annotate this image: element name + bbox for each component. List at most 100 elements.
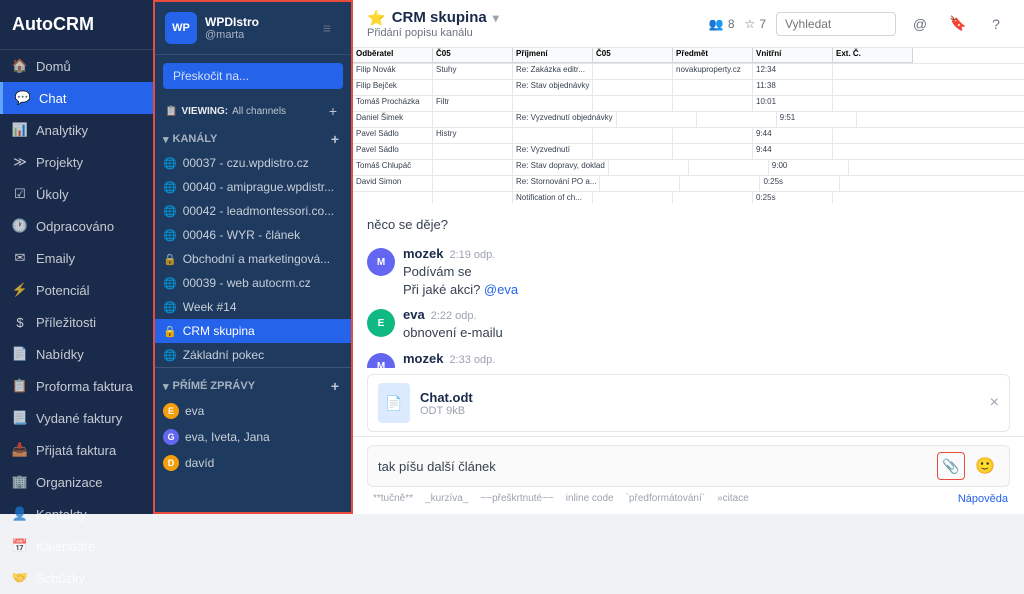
channel-label: 00046 - WYR - článek	[183, 228, 300, 242]
bookmark-icon[interactable]: 🔖	[944, 10, 972, 38]
help-icon[interactable]: ?	[982, 10, 1010, 38]
channel-icon: 🌐	[163, 205, 177, 218]
messages-area: něco se děje? Mmozek2:19 odp.Podívám sePř…	[353, 203, 1024, 368]
attachment-close-button[interactable]: ×	[990, 394, 999, 412]
section-header-1: ▾PŘÍMÉ ZPRÁVY+	[155, 372, 351, 398]
at-icon[interactable]: @	[906, 10, 934, 38]
channel-icon: 🔒	[163, 253, 177, 266]
channel-label: Obchodní a marketingová...	[183, 252, 330, 266]
nav-item-přijatá-faktura[interactable]: 📥 Přijatá faktura	[0, 434, 153, 466]
spreadsheet-row: Pavel SádloRe: Vyzvednutí9:44	[353, 144, 1024, 160]
nav-item-nabídky[interactable]: 📄 Nabídky	[0, 338, 153, 370]
add-channel-button[interactable]: +	[325, 103, 341, 119]
add-channel-plus[interactable]: +	[327, 131, 343, 147]
app-logo: AutoCRM	[0, 0, 153, 50]
spreadsheet-row: Tomáš ChlupáčRe: Stav dopravy, doklad9:0…	[353, 160, 1024, 176]
nav-item-odpracováno[interactable]: 🕐 Odpracováno	[0, 210, 153, 242]
nav-item-projekty[interactable]: ≫Projekty	[0, 146, 153, 178]
dm-item-1[interactable]: Geva, Iveta, Jana	[155, 424, 351, 450]
nav-icon: 📥	[12, 442, 28, 458]
workspace-user: @marta	[205, 29, 305, 41]
channel-icon: 🌐	[163, 277, 177, 290]
nav-icon: ☑	[12, 186, 28, 202]
nav-item-proforma-faktura[interactable]: 📋 Proforma faktura	[0, 370, 153, 402]
channel-description[interactable]: Přidání popisu kanálu	[367, 27, 499, 39]
nav-label: Odpracováno	[36, 219, 114, 234]
channel-item-1[interactable]: 🌐00040 - amiprague.wpdistr...	[155, 175, 351, 199]
format-button-1[interactable]: _kurzíva_	[421, 491, 472, 506]
channel-item-2[interactable]: 🌐00042 - leadmontessori.co...	[155, 199, 351, 223]
attachment-preview: 📄 Chat.odt ODT 9kB ×	[367, 374, 1010, 432]
channel-item-6[interactable]: 🌐Week #14	[155, 295, 351, 319]
channel-item-3[interactable]: 🌐00046 - WYR - článek	[155, 223, 351, 247]
channel-label: Základní pokec	[183, 348, 264, 362]
dm-avatar: G	[163, 429, 179, 445]
formatting-bar: **tučně** _kurzíva_ ~~přeškrtnuté~~ inline …	[367, 487, 1010, 510]
nav-item-analytiky[interactable]: 📊Analytiky	[0, 114, 153, 146]
format-help-link[interactable]: Nápověda	[958, 493, 1008, 505]
nav-label: Analytiky	[36, 123, 88, 138]
workspace-header: WP WPDIstro @marta ≡	[155, 2, 351, 55]
workspace-menu-button[interactable]: ≡	[313, 14, 341, 42]
nav-label: Přijatá faktura	[36, 443, 116, 458]
nav-item-schůzky[interactable]: 🤝Schůzky	[0, 562, 153, 594]
nav-icon: ≫	[12, 154, 28, 170]
dm-item-2[interactable]: Ddavíd	[155, 450, 351, 476]
spreadsheet-row: Filip BejčekRe: Stav objednávky11:38	[353, 80, 1024, 96]
nav-item-organizace[interactable]: 🏢Organizace	[0, 466, 153, 498]
message-input[interactable]	[378, 459, 931, 474]
nav-icon: 📋	[12, 378, 28, 394]
nav-item-emaily[interactable]: ✉Emaily	[0, 242, 153, 274]
nav-item-kontakty[interactable]: 👤Kontakty	[0, 498, 153, 530]
channel-item-4[interactable]: 🔒 Obchodní a marketingová...	[155, 247, 351, 271]
msg-sender: mozek	[403, 351, 443, 366]
format-button-5[interactable]: »citace	[713, 491, 753, 506]
nav-label: Chat	[39, 91, 66, 106]
nav-item-vydané-faktury[interactable]: 📃Vydané faktury	[0, 402, 153, 434]
message-group-0: Mmozek2:19 odp.Podívám sePři jaké akci? …	[367, 246, 1010, 299]
attachment-name: Chat.odt	[420, 390, 980, 405]
format-button-3[interactable]: inline code	[562, 491, 618, 506]
message-avatar: E	[367, 309, 395, 337]
nav-item-úkoly[interactable]: ☑Úkoly	[0, 178, 153, 210]
message-avatar: M	[367, 248, 395, 276]
nav-icon: ✉	[12, 250, 28, 266]
format-button-0[interactable]: **tučně**	[369, 491, 417, 506]
add-dm-plus[interactable]: +	[327, 378, 343, 394]
message-input-row: 📎 🙂	[367, 445, 1010, 487]
spreadsheet-preview: OdběratelČ05PříjmeníČ05PředmětVnitřníExt…	[353, 48, 1024, 203]
nav-item-kalendáře[interactable]: 📅Kalendáře	[0, 530, 153, 562]
nav-icon: 📄	[12, 346, 28, 362]
channel-icon: 🌐	[163, 301, 177, 314]
nav-label: Proforma faktura	[36, 379, 133, 394]
msg-time: 2:33 odp.	[449, 354, 495, 366]
standalone-question: něco se děje?	[367, 213, 1010, 236]
channel-item-0[interactable]: 🌐00037 - czu.wpdistro.cz	[155, 151, 351, 175]
nav-item-příležitosti[interactable]: $Příležitosti	[0, 306, 153, 338]
jump-to-search[interactable]: Přeskočit na...	[163, 63, 343, 89]
format-button-2[interactable]: ~~přeškrtnuté~~	[476, 491, 557, 506]
nav-item-chat[interactable]: 💬Chat	[0, 82, 153, 114]
spreadsheet-row: Filip NovákStuhyRe: Zakázka editr...nova…	[353, 64, 1024, 80]
viewing-bar: 📋 VIEWING: All channels +	[155, 97, 351, 125]
nav-icon: 🤝	[12, 570, 28, 586]
msg-sender: mozek	[403, 246, 443, 261]
nav-item-potenciál[interactable]: ⚡Potenciál	[0, 274, 153, 306]
channel-icon: 🌐	[163, 181, 177, 194]
attach-button[interactable]: 📎	[937, 452, 965, 480]
channel-item-8[interactable]: 🌐 Základní pokec	[155, 343, 351, 367]
nav-label: Vydané faktury	[36, 411, 122, 426]
nav-item-domů[interactable]: 🏠Domů	[0, 50, 153, 82]
format-button-4[interactable]: `předformátování`	[622, 491, 709, 506]
channel-item-5[interactable]: 🌐00039 - web autocrm.cz	[155, 271, 351, 295]
spreadsheet-row: Daniel ŠimekRe: Vyzvednutí objednávky9:5…	[353, 112, 1024, 128]
nav-icon: 🕐	[12, 218, 28, 234]
channel-icon: 🌐	[163, 349, 177, 362]
emoji-button[interactable]: 🙂	[971, 452, 999, 480]
dm-item-0[interactable]: Eeva	[155, 398, 351, 424]
main-chat: ⭐ CRM skupina ▾ Přidání popisu kanálu 👥 …	[353, 0, 1024, 514]
nav-icon: 📅	[12, 538, 28, 554]
nav-label: Nabídky	[36, 347, 84, 362]
channel-item-7[interactable]: 🔒CRM skupina	[155, 319, 351, 343]
chat-search-input[interactable]	[776, 12, 896, 36]
